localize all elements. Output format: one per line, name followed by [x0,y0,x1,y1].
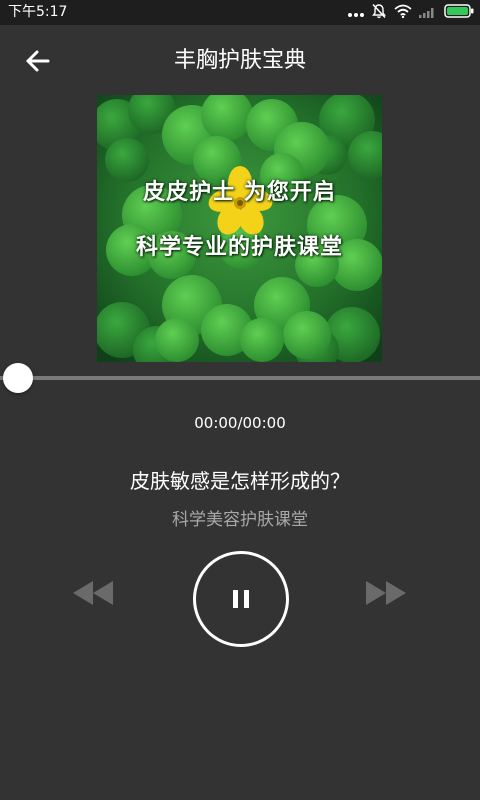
album-caption-line1: 皮皮护士 为您开启 [143,180,336,205]
time-readout: 00:00/00:00 [194,414,286,432]
back-button[interactable] [20,46,56,76]
more-dots-icon [348,3,364,22]
arrow-left-icon [26,50,50,72]
fast-forward-button[interactable] [364,578,408,608]
wifi-icon [394,3,412,22]
rewind-icon [73,581,113,605]
album-caption-line2: 科学专业的护肤课堂 [135,235,343,260]
page-title: 丰胸护肤宝典 [173,48,306,73]
rewind-button[interactable] [71,578,115,608]
album-art: 皮皮护士 为您开启 科学专业的护肤课堂 [97,95,382,362]
progress-thumb[interactable] [3,363,33,393]
status-bar: 下午5:17 [0,0,480,25]
fast-forward-icon [366,581,406,605]
progress-bar[interactable] [0,376,480,380]
pause-button[interactable] [193,551,289,647]
signal-icon [419,3,437,22]
notifications-off-icon [371,3,387,23]
track-subtitle: 科学美容护肤课堂 [172,510,308,530]
status-time: 下午5:17 [8,4,68,20]
player-screen: 下午5:17 丰胸护肤宝典 皮皮护士 为您开启 科学专业的护肤课堂 00:00/… [0,0,480,800]
status-icons [348,3,474,22]
pause-icon [233,590,249,608]
track-title: 皮肤敏感是怎样形成的？ [130,469,350,493]
battery-icon [444,3,474,22]
header: 丰胸护肤宝典 [0,25,480,97]
